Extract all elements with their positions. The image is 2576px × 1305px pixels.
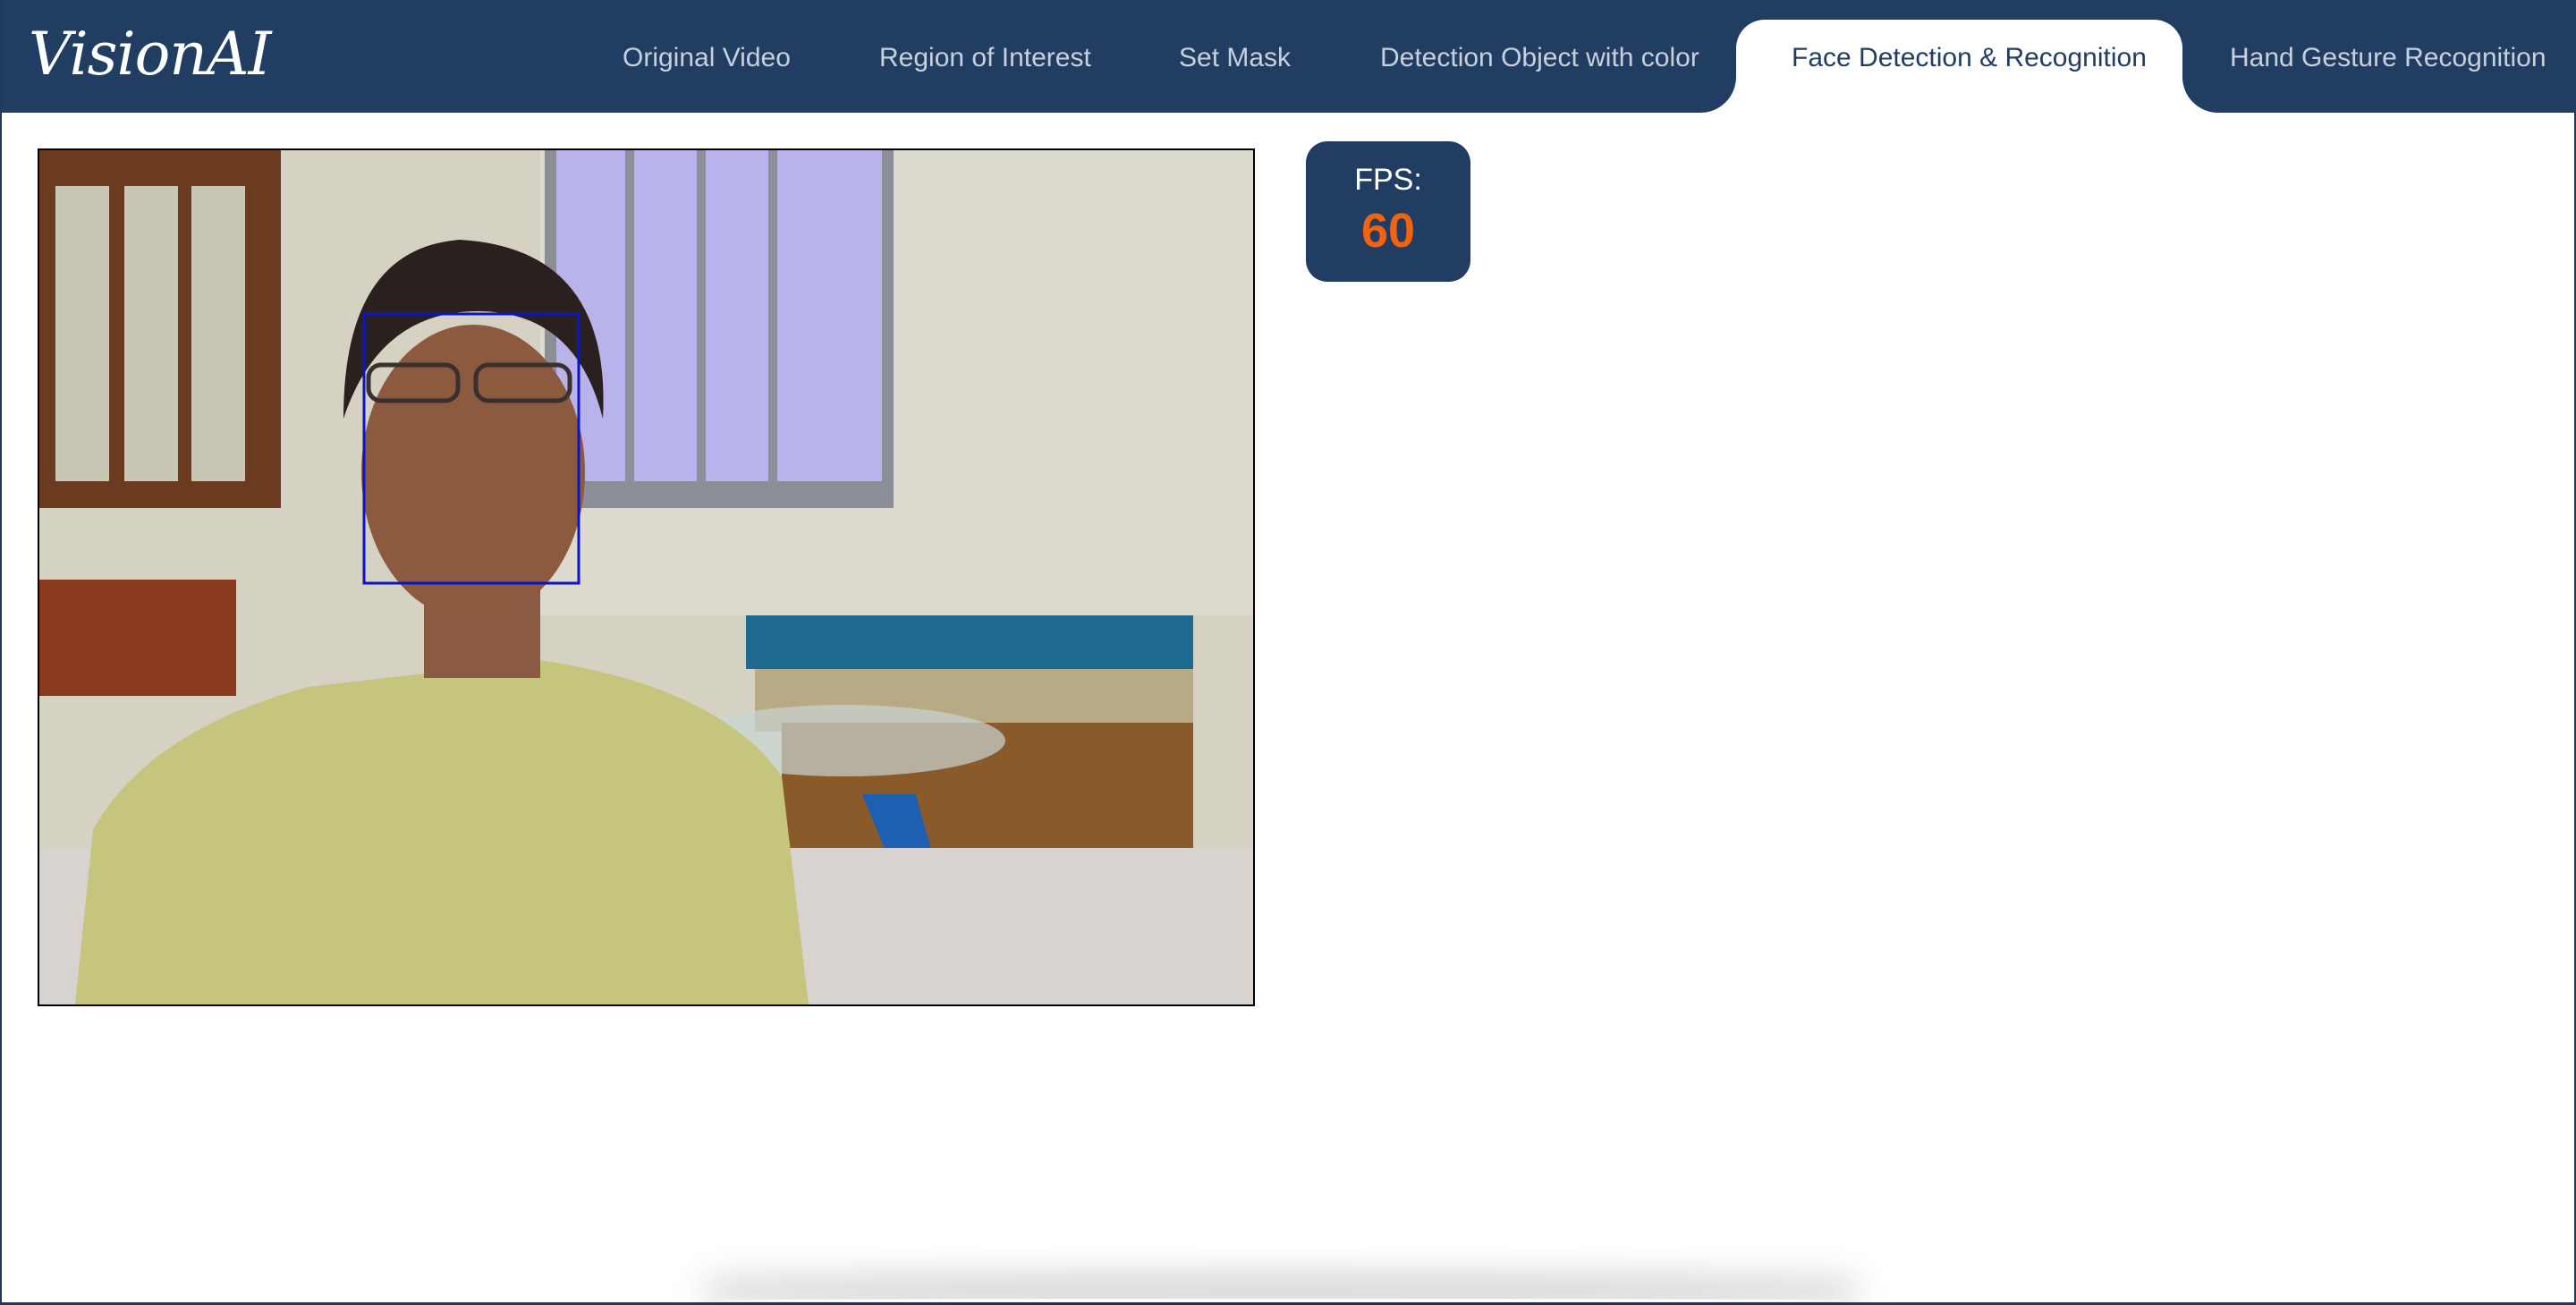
video-feed [38,148,1255,1006]
tab-detection-object-with-color[interactable]: Detection Object with color [1380,0,1699,113]
fps-value: 60 [1360,204,1416,258]
tab-hand-gesture-recognition[interactable]: Hand Gesture Recognition [2230,0,2546,113]
camera-frame-image [39,150,1253,1004]
bottom-shadow [717,1299,1844,1302]
tab-face-detection-recognition[interactable]: Face Detection & Recognition [1736,20,2182,113]
tab-original-video[interactable]: Original Video [623,0,791,113]
app-frame: VisionAI Original Video Region of Intere… [0,0,2576,1305]
fps-counter: FPS: 60 [1306,141,1470,282]
tab-set-mask[interactable]: Set Mask [1179,0,1291,113]
fps-label: FPS: [1354,163,1422,197]
tab-region-of-interest[interactable]: Region of Interest [879,0,1091,113]
top-navbar: VisionAI Original Video Region of Intere… [2,0,2576,113]
app-logo[interactable]: VisionAI [29,20,272,89]
